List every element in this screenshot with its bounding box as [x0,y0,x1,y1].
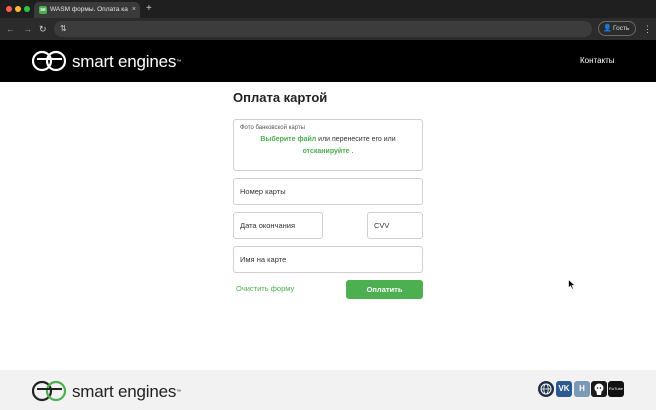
window-zoom-button[interactable] [24,6,30,12]
window-close-button[interactable] [6,6,12,12]
scan-link[interactable]: отсканируйте [303,148,350,155]
expiry-date-field[interactable]: Дата окончания [233,212,323,239]
upload-label: Фото банковской карты [240,125,305,131]
rutube-icon[interactable]: RuTube [608,381,624,397]
tab-title: WASM формы. Оплата картой [50,6,128,13]
forward-button[interactable]: → [23,23,32,35]
vk-icon[interactable]: VK [556,381,572,397]
favicon-icon: se [39,6,47,14]
card-photo-upload[interactable]: Фото банковской карты Выберите файл или … [233,119,423,171]
se-logo-icon [32,50,67,72]
cvv-placeholder: CVV [374,221,390,230]
logo-text: smart engines™ [72,52,181,71]
guest-profile-button[interactable]: 👤 Гость [598,21,636,36]
browser-toolbar: ← → ↻ ⇅ 👤 Гость ⋮ [0,18,656,40]
guest-label: Гость [613,25,630,32]
name-placeholder: Имя на карте [240,255,287,264]
browser-menu-button[interactable]: ⋮ [643,23,652,35]
site-settings-icon[interactable]: ⇅ [60,23,67,35]
se-logo-icon [32,380,67,402]
footer-logo-text: smart engines™ [72,382,181,401]
card-number-placeholder: Номер карты [240,187,286,196]
contacts-link[interactable]: Контакты [580,55,615,66]
new-tab-button[interactable]: + [146,3,152,15]
tab-close-icon[interactable]: × [132,5,136,15]
cvv-field[interactable]: CVV [367,212,423,239]
pay-button-label: Оплатить [366,285,403,294]
browser-tab-bar: se WASM формы. Оплата картой × + [0,0,656,18]
back-button[interactable]: ← [6,23,15,35]
reload-button[interactable]: ↻ [39,23,47,35]
browser-tab[interactable]: se WASM формы. Оплата картой × [34,2,140,18]
cardholder-name-field[interactable]: Имя на карте [233,246,423,273]
pay-button[interactable]: Оплатить [346,280,423,299]
window-minimize-button[interactable] [15,6,21,12]
habr-icon[interactable]: H [574,381,590,397]
address-bar[interactable]: ⇅ [54,21,592,37]
page-title: Оплата картой [233,90,328,105]
github-icon[interactable] [591,381,607,397]
clear-form-link[interactable]: Очистить форму [236,284,294,294]
choose-file-link[interactable]: Выберите файл [260,136,316,143]
cursor-icon [568,279,576,290]
globe-icon[interactable] [538,381,554,397]
upload-instructions: Выберите файл или перенесите его или [260,136,396,143]
site-footer: smart engines™ VK H RuTube [0,370,656,410]
expiry-placeholder: Дата окончания [240,221,296,230]
card-number-field[interactable]: Номер карты [233,178,423,205]
person-icon: 👤 [603,25,612,32]
site-header: smart engines™ Контакты [0,40,656,82]
upload-scan-line: отсканируйте . [302,148,354,155]
